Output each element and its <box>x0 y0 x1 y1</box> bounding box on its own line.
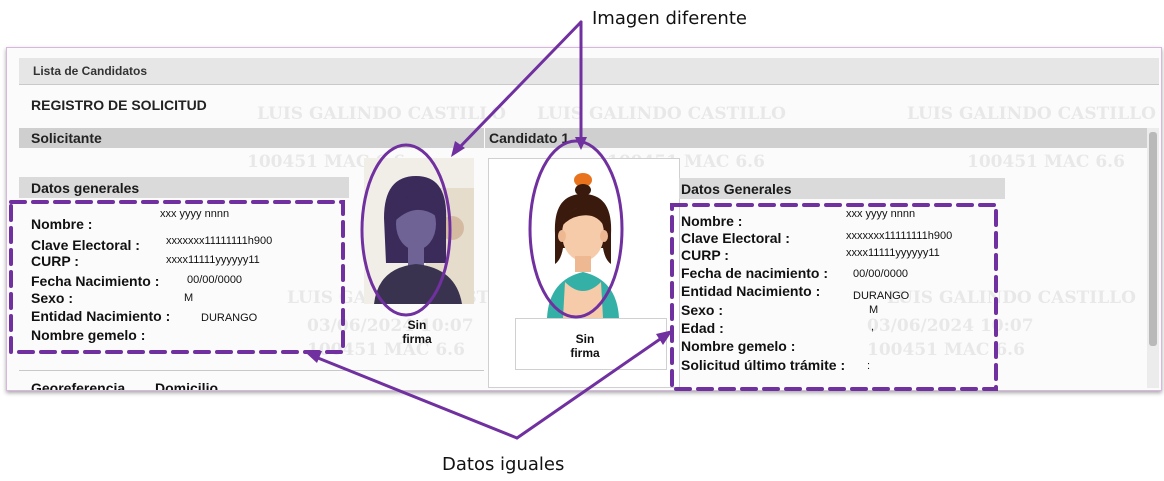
annotation-overlay <box>9 20 998 440</box>
arrow-line <box>311 354 519 440</box>
highlight-ellipse <box>360 143 452 317</box>
arrowhead <box>305 351 322 363</box>
dashed-highlight-box <box>670 203 998 391</box>
arrow-line <box>455 20 583 152</box>
highlight-ellipse <box>528 139 624 319</box>
dashed-highlight-box <box>9 200 345 354</box>
arrow-line <box>515 333 668 440</box>
